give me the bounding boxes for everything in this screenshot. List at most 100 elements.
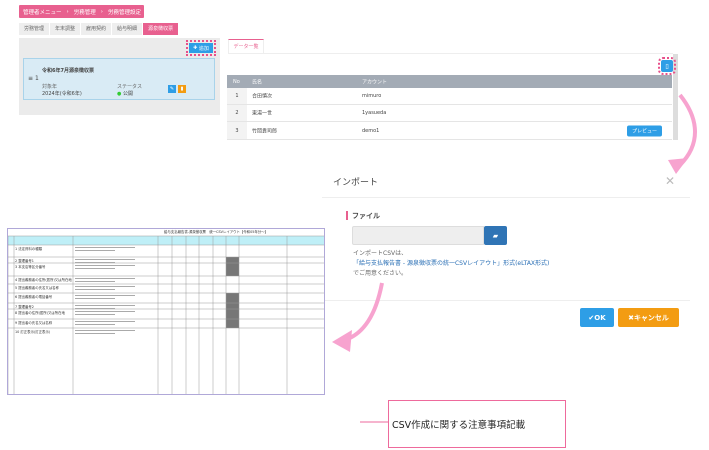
sheet-item: 5 提出義務者の氏名又は名称	[15, 286, 59, 290]
tab-gensen[interactable]: 源泉徴収票	[143, 23, 179, 35]
target-label: 対象年	[42, 84, 58, 90]
shaded-cell	[226, 303, 239, 309]
sheet-item: 2 整理番号1	[15, 259, 34, 263]
table-row: 1 合田慎次 mimuro	[227, 88, 672, 105]
add-button[interactable]: ✚ 追加	[186, 40, 216, 56]
csv-layout-sheet: 給与支払報告書-源泉徴収票 統一CSVレイアウト【令和05年分〜】 1 法定資料…	[7, 228, 325, 395]
browse-button[interactable]: ▰	[484, 226, 507, 245]
card-number: ≡ 1	[28, 75, 39, 82]
sheet-item: 9 提出者の氏名又は名称	[15, 321, 53, 325]
text-line	[75, 259, 135, 260]
shaded-cell	[226, 309, 239, 319]
breadcrumb-item: 労務管理設定	[107, 9, 141, 16]
text-line	[75, 298, 115, 299]
text-line	[75, 281, 115, 282]
target-value: 2024年(令和6年)	[42, 91, 82, 97]
breadcrumb: 管理者メニュー › 労務管理 › 労務管理設定	[19, 5, 144, 18]
row-account: mimuro	[362, 93, 382, 99]
sheet-item: 3 本支店等区分番号	[15, 265, 46, 269]
tab-koyou[interactable]: 雇用契約	[81, 23, 112, 35]
text-line	[75, 308, 115, 309]
text-line	[75, 247, 135, 248]
note-text: インポートCSVは、	[353, 250, 408, 257]
row-no: 3	[227, 122, 247, 139]
breadcrumb-item[interactable]: 労務管理	[74, 8, 96, 16]
tab-kyuyo[interactable]: 給与明細	[112, 23, 143, 35]
ok-button[interactable]: ✔ OK	[580, 308, 614, 327]
col-no: No	[233, 78, 240, 85]
row-no: 2	[227, 105, 247, 121]
text-line	[75, 295, 135, 296]
status-label: ステータス	[117, 84, 143, 90]
scrollbar[interactable]	[673, 54, 678, 140]
tab-nenmatsu[interactable]: 年末調整	[50, 23, 81, 35]
import-button[interactable]: ▯	[658, 57, 676, 75]
close-icon[interactable]: ✕	[665, 174, 675, 188]
cancel-button[interactable]: ✖ キャンセル	[618, 308, 679, 327]
note-text: でご用意ください。	[353, 270, 408, 277]
row-account: demo1	[362, 127, 380, 134]
sheet-item: 4 提出義務者の住所(居所)又は所在地	[15, 278, 72, 282]
file-input[interactable]	[352, 226, 484, 245]
trash-icon: ▮	[180, 86, 184, 92]
table-header: No 氏名 アカウント	[227, 75, 672, 88]
sheet-item: 6 提出義務者の電話番号	[15, 295, 53, 299]
shaded-cell	[226, 319, 239, 328]
arrow-head	[332, 330, 352, 352]
text-line	[75, 278, 135, 279]
sheet-item: 8 提出者の住所(居所)又は所在地	[15, 311, 65, 315]
file-label: ファイル	[352, 212, 380, 220]
text-line	[75, 268, 115, 269]
text-line	[75, 250, 115, 251]
header-row	[8, 236, 324, 245]
document-card[interactable]: 令和6年7月源泉徴収票 ≡ 1 対象年 2024年(令和6年) ステータス ● …	[23, 58, 215, 100]
arrow-head	[668, 158, 688, 174]
col-name: 氏名	[252, 79, 263, 85]
shaded-cell	[226, 293, 239, 303]
tab-roumu[interactable]: 労務管理	[19, 23, 50, 35]
arrow-line	[678, 93, 697, 167]
text-line	[75, 262, 115, 263]
sheet-item: 1 法定資料の種類	[15, 247, 42, 251]
label-marker	[346, 211, 348, 220]
row-account: 1yasueda	[362, 110, 387, 116]
table-row: 3 竹岡貴司郎 demo1 プレビュー	[227, 122, 672, 140]
card-title: 令和6年7月源泉徴収票	[42, 68, 94, 74]
row-name: 東湯一世	[252, 110, 273, 117]
text-line	[75, 330, 135, 331]
edit-button[interactable]: ✎	[168, 85, 176, 93]
sheet-item: 7 整理番号2	[15, 305, 34, 309]
text-line	[75, 265, 135, 266]
sheet-item: 10 訂正表示(訂正表示)	[15, 330, 51, 334]
text-line	[75, 311, 135, 312]
divider	[322, 300, 690, 301]
text-line	[75, 333, 115, 334]
row-name: 合田慎次	[252, 93, 273, 100]
text-line	[75, 314, 115, 315]
callout-box: CSV作成に関する注意事項記載	[388, 400, 566, 448]
text-line	[75, 289, 115, 290]
file-icon: ▯	[665, 62, 669, 70]
table-row: 2 東湯一世 1yasueda	[227, 105, 672, 122]
preview-button[interactable]: プレビュー	[627, 125, 662, 136]
delete-button[interactable]: ▮	[178, 85, 186, 93]
folder-open-icon: ▰	[492, 231, 499, 240]
tab-data-list[interactable]: データ一覧	[228, 39, 264, 53]
shaded-cell	[226, 257, 239, 263]
modal-title: インポート	[333, 178, 379, 188]
col-account: アカウント	[362, 79, 388, 85]
row-name: 竹岡貴司郎	[252, 128, 278, 134]
tab-bar: 労務管理 年末調整 雇用契約 給与明細 源泉徴収票	[19, 23, 179, 35]
status-badge: ● 公開	[117, 91, 133, 97]
breadcrumb-item[interactable]: 管理者メニュー	[23, 8, 62, 16]
text-line	[75, 321, 135, 322]
csv-layout-link[interactable]: 「給与支払報告書 - 源泉徴収票の統一CSVレイアウト」形式(eLTAX形式)	[353, 258, 549, 267]
text-line	[75, 324, 115, 325]
row-no: 1	[227, 88, 247, 104]
pencil-icon: ✎	[169, 86, 175, 92]
shaded-cell	[226, 263, 239, 276]
divider	[228, 53, 673, 54]
text-line	[75, 286, 135, 287]
drag-handle-icon[interactable]: ≡	[28, 75, 35, 82]
arrow-line	[344, 282, 384, 342]
